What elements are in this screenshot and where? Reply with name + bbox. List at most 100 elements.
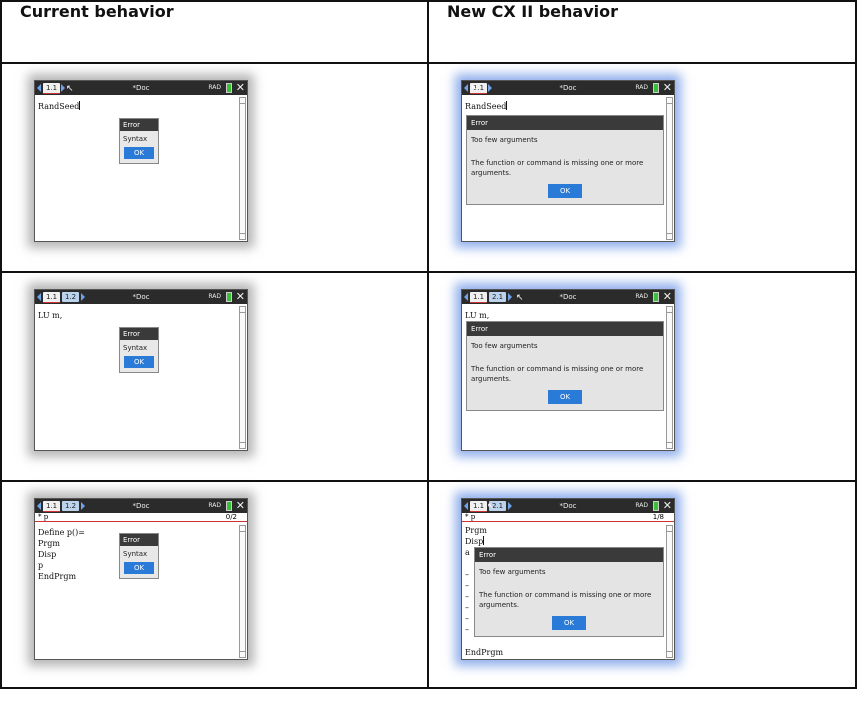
- error-detail: The function or command is missing one o…: [467, 350, 663, 384]
- calculator-content[interactable]: LU m,: [38, 310, 235, 321]
- error-dialog: Error Syntax OK: [119, 327, 159, 373]
- entry-text: RandSeed: [38, 102, 80, 111]
- scroll-up-icon[interactable]: [667, 526, 672, 532]
- error-dialog-title: Error: [120, 328, 158, 340]
- comparison-table: Current behavior New CX II behavior 1.1 …: [0, 0, 857, 689]
- close-icon[interactable]: ✕: [236, 290, 245, 304]
- close-icon[interactable]: ✕: [663, 81, 672, 95]
- ok-button[interactable]: OK: [124, 147, 154, 159]
- line-counter: 0/2: [225, 513, 237, 521]
- calculator-content[interactable]: RandSeed: [465, 101, 662, 112]
- scrollbar[interactable]: [666, 525, 673, 658]
- header-row: Current behavior New CX II behavior: [0, 0, 857, 64]
- angle-mode-label: RAD: [208, 84, 221, 91]
- program-name-line[interactable]: * p 1/8: [462, 513, 674, 522]
- title-bar: 1.1 ↖ *Doc RAD ✕: [35, 81, 247, 95]
- scroll-down-icon[interactable]: [240, 651, 245, 657]
- ok-button[interactable]: OK: [548, 184, 582, 198]
- row-2-current-cell: 1.1 1.2 *Doc RAD ✕ LU m, Error Syntax OK: [0, 271, 429, 482]
- close-icon[interactable]: ✕: [236, 499, 245, 513]
- handheld-screen: 1.1 1.2 *Doc RAD ✕ * p 0/2 Define p()= P…: [34, 498, 248, 660]
- text-caret: [483, 536, 485, 545]
- scrollbar[interactable]: [239, 306, 246, 449]
- close-icon[interactable]: ✕: [663, 290, 672, 304]
- scroll-up-icon[interactable]: [240, 98, 245, 104]
- program-name: * p: [38, 513, 49, 521]
- title-bar: 1.1 1.2 *Doc RAD ✕: [35, 290, 247, 304]
- code-line: Define p()=: [38, 528, 85, 537]
- battery-icon: [226, 501, 232, 511]
- code-line: Disp: [465, 537, 484, 546]
- error-dialog: Error Syntax OK: [119, 533, 159, 579]
- scrollbar[interactable]: [666, 97, 673, 240]
- ok-button[interactable]: OK: [552, 616, 586, 630]
- row-3-current-cell: 1.1 1.2 *Doc RAD ✕ * p 0/2 Define p()= P…: [0, 480, 429, 689]
- text-caret: [79, 101, 81, 110]
- scroll-up-icon[interactable]: [667, 98, 672, 104]
- battery-icon: [226, 83, 232, 93]
- battery-icon: [226, 292, 232, 302]
- hidden-code-lines: – – – – – –: [465, 569, 469, 635]
- entry-text: LU m,: [38, 311, 63, 320]
- close-icon[interactable]: ✕: [663, 499, 672, 513]
- error-message: Syntax: [123, 344, 148, 352]
- error-dialog-title: Error: [467, 116, 663, 130]
- error-dialog-title: Error: [120, 119, 158, 131]
- title-bar: 1.1 ↖ *Doc RAD ✕: [462, 81, 674, 95]
- scroll-up-icon[interactable]: [240, 307, 245, 313]
- title-bar: 1.1 2.1 ↖ *Doc RAD ✕: [462, 290, 674, 304]
- scroll-up-icon[interactable]: [240, 526, 245, 532]
- entry-text: LU m,: [465, 311, 490, 320]
- scroll-down-icon[interactable]: [667, 651, 672, 657]
- scroll-up-icon[interactable]: [667, 307, 672, 313]
- error-dialog: Error Syntax OK: [119, 118, 159, 164]
- line-counter: 1/8: [652, 513, 664, 521]
- error-detail-line-2: arguments.: [471, 375, 512, 383]
- battery-icon: [653, 83, 659, 93]
- program-name-line[interactable]: * p 0/2: [35, 513, 247, 522]
- row-1-new-cell: 1.1 ↖ *Doc RAD ✕ RandSeed Error Too few …: [427, 62, 857, 273]
- calculator-content[interactable]: RandSeed: [38, 101, 235, 112]
- title-bar: 1.1 1.2 *Doc RAD ✕: [35, 499, 247, 513]
- error-message: Syntax: [123, 135, 148, 143]
- scroll-down-icon[interactable]: [240, 233, 245, 239]
- error-message: Too few arguments: [471, 136, 538, 144]
- error-detail-line-1: The function or command is missing one o…: [479, 591, 652, 599]
- ok-button[interactable]: OK: [124, 562, 154, 574]
- scrollbar[interactable]: [239, 525, 246, 658]
- angle-mode-label: RAD: [635, 293, 648, 300]
- scroll-down-icon[interactable]: [667, 442, 672, 448]
- error-message: Too few arguments: [471, 342, 538, 350]
- code-line: p: [38, 561, 44, 570]
- error-detail-line-2: arguments.: [471, 169, 512, 177]
- close-icon[interactable]: ✕: [236, 81, 245, 95]
- ok-button[interactable]: OK: [548, 390, 582, 404]
- code-line: EndPrgm: [38, 572, 77, 581]
- scroll-down-icon[interactable]: [240, 442, 245, 448]
- error-message: Syntax: [123, 550, 148, 558]
- handheld-screen: 1.1 1.2 *Doc RAD ✕ LU m, Error Syntax OK: [34, 289, 248, 451]
- code-line-dash: –: [465, 603, 469, 612]
- error-detail: The function or command is missing one o…: [467, 144, 663, 178]
- error-detail-line-1: The function or command is missing one o…: [471, 159, 644, 167]
- calculator-content[interactable]: LU m,: [465, 310, 662, 321]
- entry-text: RandSeed: [465, 102, 507, 111]
- code-line: Disp: [38, 550, 57, 559]
- code-line-dash: –: [465, 614, 469, 623]
- code-line: a: [465, 548, 470, 557]
- code-line-dash: –: [465, 625, 469, 634]
- error-dialog: Error Too few arguments The function or …: [466, 115, 664, 205]
- error-dialog: Error Too few arguments The function or …: [466, 321, 664, 411]
- ok-button[interactable]: OK: [124, 356, 154, 368]
- scrollbar[interactable]: [239, 97, 246, 240]
- battery-icon: [653, 292, 659, 302]
- battery-icon: [653, 501, 659, 511]
- error-dialog-title: Error: [467, 322, 663, 336]
- text-caret: [506, 101, 508, 110]
- code-line-end: EndPrgm: [465, 648, 504, 657]
- code-line-dash: –: [465, 592, 469, 601]
- header-new: New CX II behavior: [427, 0, 857, 64]
- row-1: 1.1 ↖ *Doc RAD ✕ RandSeed Error Syntax O…: [0, 62, 857, 273]
- scroll-down-icon[interactable]: [667, 233, 672, 239]
- scrollbar[interactable]: [666, 306, 673, 449]
